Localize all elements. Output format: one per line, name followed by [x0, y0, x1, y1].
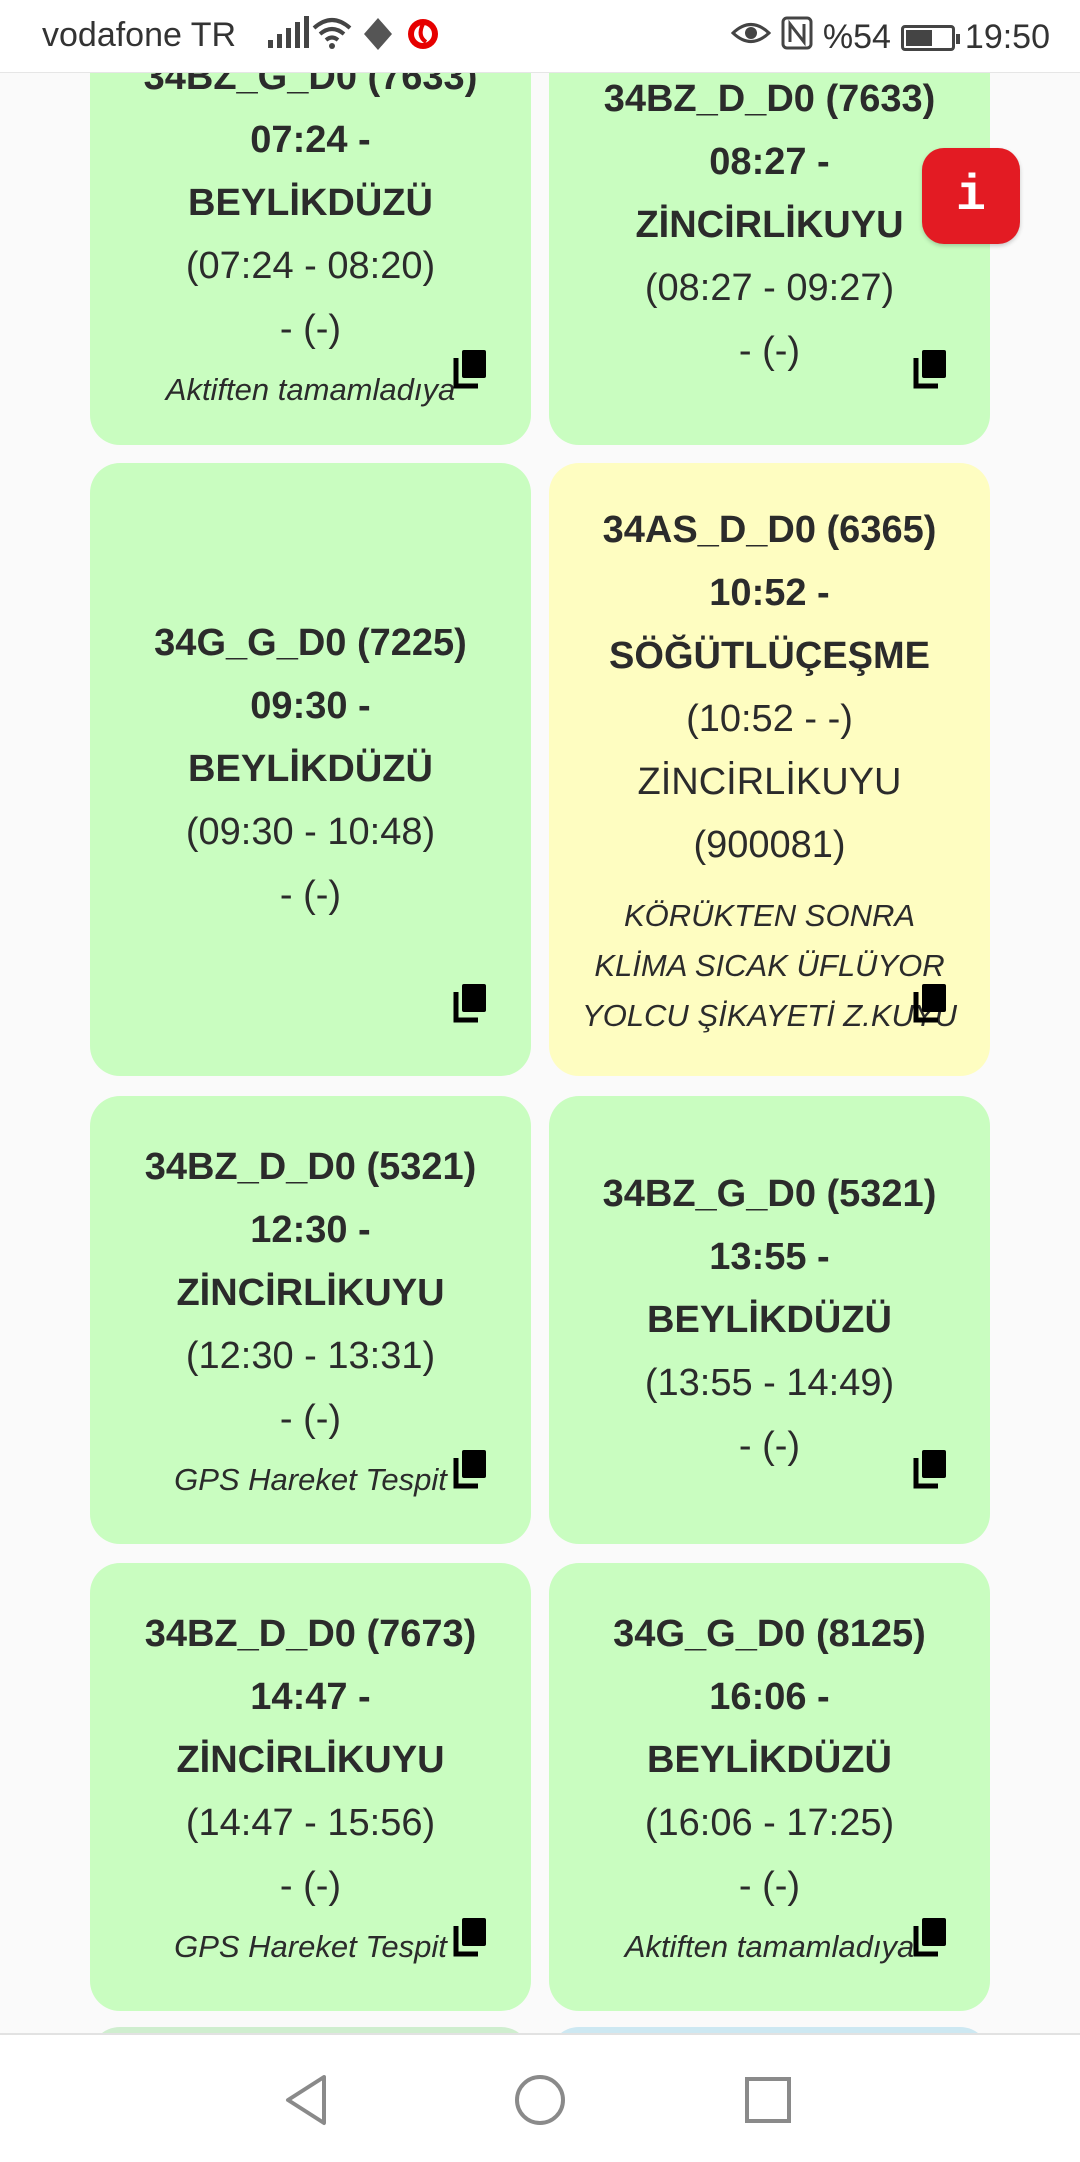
copy-icon[interactable] [910, 1448, 950, 1490]
trip-destination: ZİNCİRLİKUYU [176, 1271, 445, 1314]
trip-destination: SÖĞÜTLÜÇEŞME [609, 634, 930, 677]
copy-icon[interactable] [450, 982, 490, 1024]
trip-code: 34BZ_D_D0 (7673) [144, 1612, 477, 1655]
trip-note: KÖRÜKTEN SONRA [623, 897, 916, 933]
battery-percent: %54 [822, 18, 891, 56]
trip-code: 34BZ_D_D0 (5321) [144, 1145, 477, 1188]
trip-detail: (07:24 - 08:20) [185, 245, 436, 287]
trip-start-time: 08:27 - [709, 141, 830, 183]
trip-note: KLİMA SICAK ÜFLÜYOR [594, 947, 945, 983]
copy-icon[interactable] [910, 348, 950, 390]
trip-destination: ZİNCİRLİKUYU [176, 1738, 445, 1781]
trip-note: YOLCU ŞİKAYETİ Z.KUYU [582, 997, 957, 1033]
trip-destination: BEYLİKDÜZÜ [647, 1298, 892, 1341]
trip-detail: - (-) [738, 1424, 801, 1467]
trip-detail: (10:52 - -) [686, 697, 853, 740]
trip-code: 34G_G_D0 (8125) [613, 1612, 926, 1655]
trip-start-time: 09:30 - [250, 685, 371, 727]
status-bar: vodafone TR %54 19:50 [0, 0, 1080, 73]
info-icon: i [955, 167, 986, 225]
trip-destination: BEYLİKDÜZÜ [188, 748, 433, 790]
copy-icon[interactable] [450, 1916, 490, 1958]
trip-destination: BEYLİKDÜZÜ [188, 182, 433, 224]
trip-detail: (13:55 - 14:49) [644, 1361, 895, 1404]
trip-start-time: 10:52 - [709, 571, 830, 614]
copy-icon[interactable] [910, 982, 950, 1024]
trip-detail: - (-) [279, 1397, 342, 1440]
home-icon[interactable] [505, 2065, 575, 2135]
trip-start-time: 16:06 - [709, 1675, 830, 1718]
trip-note: Aktiften tamamladıya [624, 1928, 915, 1964]
copy-icon[interactable] [450, 348, 490, 390]
nfc-icon [781, 16, 813, 59]
trip-start-time: 14:47 - [250, 1675, 371, 1718]
trip-detail: (900081) [693, 823, 846, 866]
vodafone-logo-icon [406, 14, 440, 63]
trip-code: 34BZ_D_D0 (7633) [603, 78, 936, 120]
copy-icon[interactable] [450, 1448, 490, 1490]
trip-detail: (12:30 - 13:31) [185, 1334, 436, 1377]
trip-detail: - (-) [279, 874, 342, 916]
battery-icon [900, 24, 960, 51]
recents-icon[interactable] [733, 2065, 803, 2135]
trip-note: GPS Hareket Tespit [174, 1928, 447, 1964]
trip-destination: BEYLİKDÜZÜ [647, 1738, 892, 1781]
wifi-icon [312, 16, 352, 59]
trip-detail: - (-) [738, 330, 801, 372]
location-icon [362, 16, 394, 61]
trip-detail: (14:47 - 15:56) [185, 1801, 436, 1844]
trip-detail: - (-) [279, 1864, 342, 1907]
info-button[interactable]: i [922, 148, 1020, 244]
clock: 19:50 [964, 18, 1050, 56]
copy-icon[interactable] [910, 1916, 950, 1958]
trip-detail: - (-) [279, 308, 342, 350]
trip-detail: (09:30 - 10:48) [185, 811, 436, 853]
trip-start-time: 12:30 - [250, 1208, 371, 1251]
signal-icon [268, 16, 309, 57]
trip-detail: (16:06 - 17:25) [644, 1801, 895, 1844]
eye-icon [730, 18, 772, 57]
trip-code: 34AS_D_D0 (6365) [602, 508, 937, 551]
trip-detail: - (-) [738, 1864, 801, 1907]
navigation-bar [0, 2033, 1080, 2162]
back-icon[interactable] [272, 2065, 342, 2135]
trip-start-time: 13:55 - [709, 1235, 830, 1278]
trip-code: 34G_G_D0 (7225) [154, 622, 467, 664]
trip-note: GPS Hareket Tespit [174, 1461, 447, 1497]
trip-detail: ZİNCİRLİKUYU [637, 760, 902, 803]
trip-destination: ZİNCİRLİKUYU [635, 204, 904, 246]
trip-code: 34BZ_G_D0 (5321) [602, 1172, 937, 1215]
trip-note: Aktiften tamamladıya [165, 372, 456, 407]
trip-start-time: 07:24 - [250, 119, 371, 161]
carrier-name: vodafone TR [42, 16, 237, 54]
trip-detail: (08:27 - 09:27) [644, 267, 895, 309]
